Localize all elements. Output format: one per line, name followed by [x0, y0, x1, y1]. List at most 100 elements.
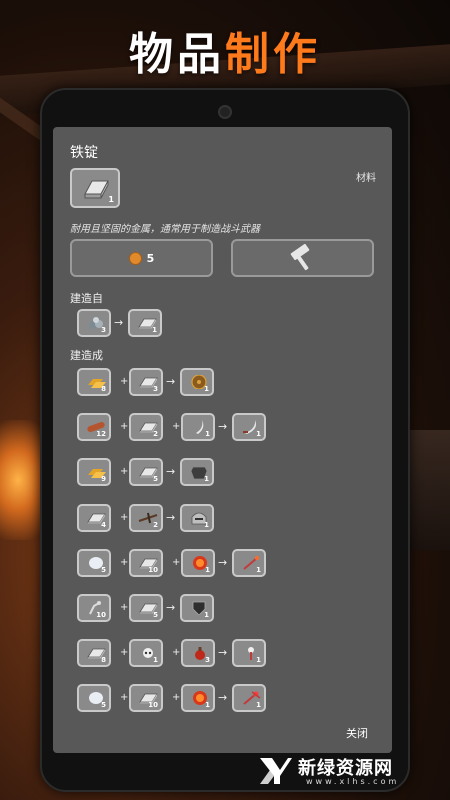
plus-sign: + — [172, 421, 181, 433]
slot-count: 3 — [153, 385, 158, 393]
recipe-output-slot[interactable]: 1 — [180, 503, 214, 532]
banner-title: 物品制作 — [0, 18, 450, 82]
arrow-icon: → — [218, 555, 228, 569]
arrow-icon: → — [166, 465, 176, 479]
close-button[interactable]: 关闭 — [346, 725, 368, 741]
slot-count: 10 — [148, 701, 158, 710]
recipe-input-slot[interactable]: 3 — [181, 639, 215, 668]
slot-count: 3 — [205, 656, 210, 665]
recipe-input-slot[interactable]: 5 — [129, 458, 163, 487]
recipe-input-slot[interactable]: 1 — [181, 548, 215, 577]
item-category: 材料 — [356, 173, 376, 184]
recipe-input-slot[interactable]: 8 — [77, 368, 111, 396]
slot-count: 1 — [204, 611, 209, 619]
recipe-input-slot[interactable]: 2 — [129, 413, 163, 442]
recipe-output-slot[interactable]: 1 — [232, 684, 266, 713]
slot-count: 1 — [256, 565, 261, 574]
slot-count: 3 — [101, 326, 106, 334]
hammer-icon — [290, 244, 309, 271]
slot-count: 4 — [101, 520, 106, 529]
craft-button[interactable] — [231, 239, 374, 277]
recipe-input-slot[interactable]: 1 — [129, 639, 163, 668]
arrow-icon: → — [218, 691, 228, 705]
plus-sign: + — [120, 511, 129, 523]
slot-count: 1 — [204, 475, 209, 484]
plus-sign: + — [120, 602, 129, 613]
recipe-input-slot[interactable]: 5 — [129, 594, 163, 622]
slot-count: 5 — [153, 611, 158, 619]
recipe-input-slot[interactable]: 2 — [129, 503, 163, 532]
xlhs-logo-icon — [260, 758, 292, 784]
banner-title-part1: 物品 — [129, 29, 225, 80]
recipe-output-slot[interactable]: 1 — [232, 413, 266, 442]
slot-count: 12 — [96, 430, 106, 439]
banner-title-part2: 制作 — [225, 29, 321, 80]
recipe-input-slot[interactable]: 8 — [77, 639, 111, 668]
slot-count: 8 — [101, 656, 106, 665]
watermark-subtitle: www.xlhs.com — [306, 777, 400, 786]
slot-count: 10 — [96, 611, 106, 619]
slot-count: 5 — [153, 475, 158, 484]
recipe-input-slot[interactable]: 1 — [181, 413, 215, 442]
recipe-output-slot[interactable]: 1 — [180, 368, 214, 396]
recipe-input-slot[interactable]: 10 — [129, 684, 163, 713]
item-count: 1 — [108, 195, 114, 204]
slot-count: 9 — [101, 475, 106, 484]
recipe-input-slot[interactable]: 3 — [129, 368, 163, 396]
recipe-output-slot[interactable]: 1 — [180, 458, 214, 487]
plus-sign: + — [120, 647, 129, 659]
built-into-label: 建造成 — [70, 349, 103, 362]
slot-count: 1 — [256, 701, 261, 710]
plus-sign: + — [120, 421, 129, 433]
slot-count: 10 — [148, 565, 158, 574]
slot-count: 1 — [152, 326, 157, 334]
craft-cost-button[interactable]: 5 — [70, 239, 213, 277]
slot-count: 1 — [256, 430, 261, 439]
item-description: 耐用且坚固的金属，通常用于制造战斗武器 — [70, 224, 260, 235]
recipe-input-slot[interactable]: 3 — [77, 309, 111, 337]
arrow-icon: → — [166, 510, 176, 524]
plus-sign: + — [120, 376, 129, 387]
recipe-output-slot[interactable]: 1 — [232, 548, 266, 577]
slot-count: 1 — [153, 656, 158, 665]
slot-count: 1 — [205, 565, 210, 574]
plus-sign: + — [172, 556, 181, 568]
recipe-input-slot[interactable]: 10 — [77, 594, 111, 622]
recipe-output-slot[interactable]: 1 — [180, 594, 214, 622]
recipe-output-slot[interactable]: 1 — [232, 639, 266, 668]
recipe-input-slot[interactable]: 4 — [77, 503, 111, 532]
slot-count: 2 — [153, 430, 158, 439]
slot-count: 1 — [204, 385, 209, 393]
arrow-icon: → — [166, 601, 176, 614]
plus-sign: + — [120, 556, 129, 568]
item-slot: 1 — [70, 168, 120, 208]
recipe-input-slot[interactable]: 1 — [181, 684, 215, 713]
recipe-input-slot[interactable]: 5 — [77, 684, 111, 713]
slot-count: 1 — [204, 520, 209, 529]
craft-cost-value: 5 — [146, 251, 155, 265]
camera-icon — [218, 105, 232, 119]
coin-icon — [128, 251, 142, 265]
plus-sign: + — [172, 647, 181, 659]
recipe-input-slot[interactable]: 9 — [77, 458, 111, 487]
slot-count: 1 — [256, 656, 261, 665]
built-from-label: 建造自 — [70, 292, 103, 305]
iron-ingot-icon — [84, 180, 109, 199]
slot-count: 5 — [101, 565, 106, 574]
arrow-icon: → — [114, 316, 124, 329]
item-title: 铁锭 — [70, 145, 98, 161]
item-detail-panel: 铁锭 材料 1 耐用且坚固的金属，通常用于制造战斗武器 5 建造自 建造成 关闭… — [53, 127, 392, 753]
arrow-icon: → — [166, 375, 176, 388]
slot-count: 5 — [101, 701, 106, 710]
recipe-input-slot[interactable]: 10 — [129, 548, 163, 577]
slot-count: 8 — [101, 385, 106, 393]
plus-sign: + — [120, 466, 129, 478]
recipe-input-slot[interactable]: 12 — [77, 413, 111, 442]
recipe-input-slot[interactable]: 5 — [77, 548, 111, 577]
slot-count: 2 — [153, 520, 158, 529]
plus-sign: + — [172, 692, 181, 704]
arrow-icon: → — [218, 646, 228, 660]
recipe-output-slot[interactable]: 1 — [128, 309, 162, 337]
slot-count: 1 — [205, 430, 210, 439]
slot-count: 1 — [205, 701, 210, 710]
